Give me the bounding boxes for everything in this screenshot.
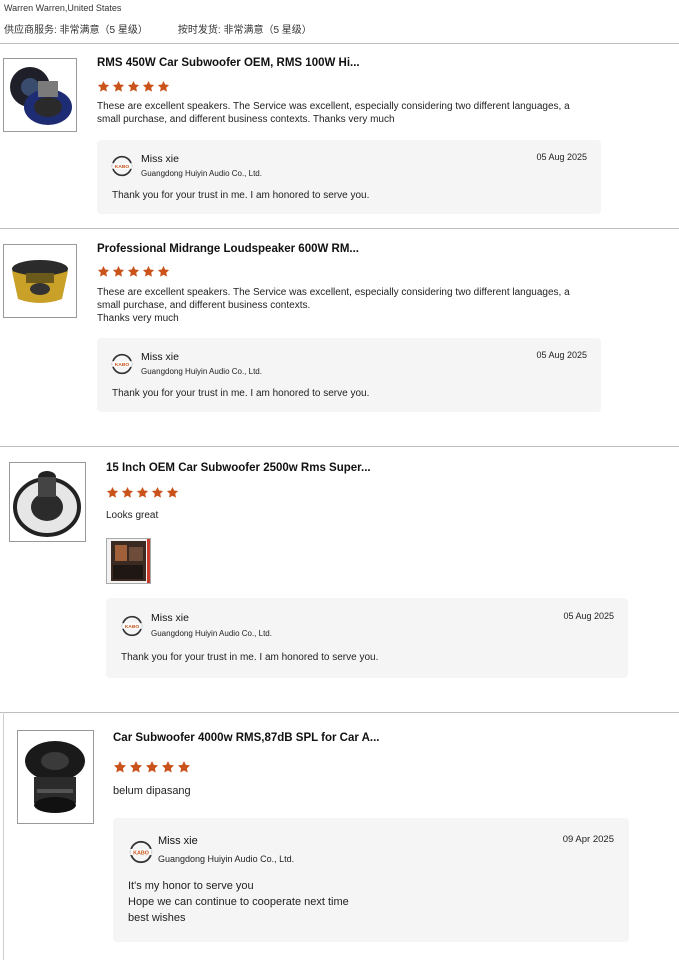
star-icon <box>121 486 134 499</box>
reply-message: Thank you for your trust in me. I am hon… <box>112 386 369 401</box>
reply-message-line: Thank you for your trust in me. I am hon… <box>112 190 370 201</box>
product-title[interactable]: RMS 450W Car Subwoofer OEM, RMS 100W Hi.… <box>97 57 360 69</box>
reply-message-line: Hope we can continue to cooperate next t… <box>128 896 349 908</box>
product-title[interactable]: Car Subwoofer 4000w RMS,87dB SPL for Car… <box>113 732 379 744</box>
product-thumbnail[interactable] <box>9 462 86 542</box>
product-thumbnail[interactable] <box>17 730 94 824</box>
on-time-shipping-rating: 按时发货: 非常满意（5 星级） <box>177 25 312 36</box>
divider <box>0 228 679 229</box>
review-text: These are excellent speakers. The Servic… <box>97 100 657 126</box>
supplier-logo-icon <box>129 840 153 864</box>
supplier-reply: Miss xie Guangdong Huiyin Audio Co., Ltd… <box>97 338 601 412</box>
star-icon <box>157 80 170 93</box>
supplier-logo-icon <box>111 155 133 177</box>
product-thumbnail[interactable] <box>3 244 77 318</box>
reply-message-line: best wishes <box>128 912 186 924</box>
product-thumbnail[interactable] <box>3 58 77 132</box>
review-text-line: small purchase, and different business c… <box>97 114 395 125</box>
star-icon <box>161 760 175 774</box>
buyer-name: Warren Warren,United States <box>4 3 122 13</box>
review-text: These are excellent speakers. The Servic… <box>97 286 657 325</box>
summary-ratings: 供应商服务: 非常满意（5 星级） 按时发货: 非常满意（5 星级） <box>4 21 679 36</box>
review-text: belum dipasang <box>113 785 653 798</box>
reply-company: Guangdong Huiyin Audio Co., Ltd. <box>141 367 262 376</box>
star-icon <box>112 265 125 278</box>
supplier-service-rating: 供应商服务: 非常满意（5 星级） <box>4 25 148 36</box>
supplier-reply: Miss xie Guangdong Huiyin Audio Co., Ltd… <box>97 140 601 214</box>
star-icon <box>151 486 164 499</box>
divider <box>0 446 679 447</box>
reply-author: Miss xie <box>151 612 189 624</box>
star-icon <box>97 265 110 278</box>
star-icon <box>136 486 149 499</box>
review-header: Warren Warren,United States 供应商服务: 非常满意（… <box>4 3 679 36</box>
reply-date: 09 Apr 2025 <box>562 834 614 845</box>
star-icon <box>127 265 140 278</box>
star-icon <box>142 80 155 93</box>
review-text: Looks great <box>106 509 646 522</box>
reply-date: 05 Aug 2025 <box>563 611 614 621</box>
reply-date: 05 Aug 2025 <box>536 350 587 360</box>
star-icon <box>127 80 140 93</box>
star-icon <box>112 80 125 93</box>
product-title[interactable]: 15 Inch OEM Car Subwoofer 2500w Rms Supe… <box>106 462 371 474</box>
review-text-line: Looks great <box>106 510 159 521</box>
star-icon <box>157 265 170 278</box>
reply-message: Thank you for your trust in me. I am hon… <box>112 188 369 203</box>
supplier-logo-icon <box>121 615 143 637</box>
reply-author: Miss xie <box>141 153 179 165</box>
supplier-logo-icon <box>111 353 133 375</box>
reply-author: Miss xie <box>141 351 179 363</box>
reply-message-line: Thank you for your trust in me. I am hon… <box>121 652 379 663</box>
supplier-reply: Miss xie Guangdong Huiyin Audio Co., Ltd… <box>106 598 628 678</box>
reply-date: 05 Aug 2025 <box>536 152 587 162</box>
reply-message: Thank you for your trust in me. I am hon… <box>121 650 378 665</box>
star-icon <box>145 760 159 774</box>
reply-message: It's my honor to serve you Hope we can c… <box>128 878 349 926</box>
star-icon <box>177 760 191 774</box>
review-text-line: These are excellent speakers. The Servic… <box>97 287 570 298</box>
reply-message-line: Thank you for your trust in me. I am hon… <box>112 388 370 399</box>
reply-message-line: It's my honor to serve you <box>128 880 254 892</box>
review-text-line: Thanks very much <box>97 313 179 324</box>
star-icon <box>142 265 155 278</box>
reply-company: Guangdong Huiyin Audio Co., Ltd. <box>151 629 272 638</box>
reply-company: Guangdong Huiyin Audio Co., Ltd. <box>141 169 262 178</box>
review-text-line: small purchase, and different business c… <box>97 300 311 311</box>
divider <box>0 712 679 713</box>
star-rating <box>97 80 170 93</box>
star-icon <box>166 486 179 499</box>
star-rating <box>106 486 179 499</box>
reply-author: Miss xie <box>158 835 198 847</box>
star-icon <box>97 80 110 93</box>
star-icon <box>113 760 127 774</box>
product-title[interactable]: Professional Midrange Loudspeaker 600W R… <box>97 243 359 255</box>
star-rating <box>113 760 191 774</box>
star-icon <box>129 760 143 774</box>
review-photo[interactable] <box>106 538 151 584</box>
star-rating <box>97 265 170 278</box>
review-text-line: belum dipasang <box>113 785 191 797</box>
star-icon <box>106 486 119 499</box>
reply-company: Guangdong Huiyin Audio Co., Ltd. <box>158 854 295 864</box>
supplier-reply: Miss xie Guangdong Huiyin Audio Co., Ltd… <box>113 818 629 942</box>
review-text-line: These are excellent speakers. The Servic… <box>97 101 570 112</box>
divider <box>3 712 4 960</box>
divider <box>0 43 679 44</box>
